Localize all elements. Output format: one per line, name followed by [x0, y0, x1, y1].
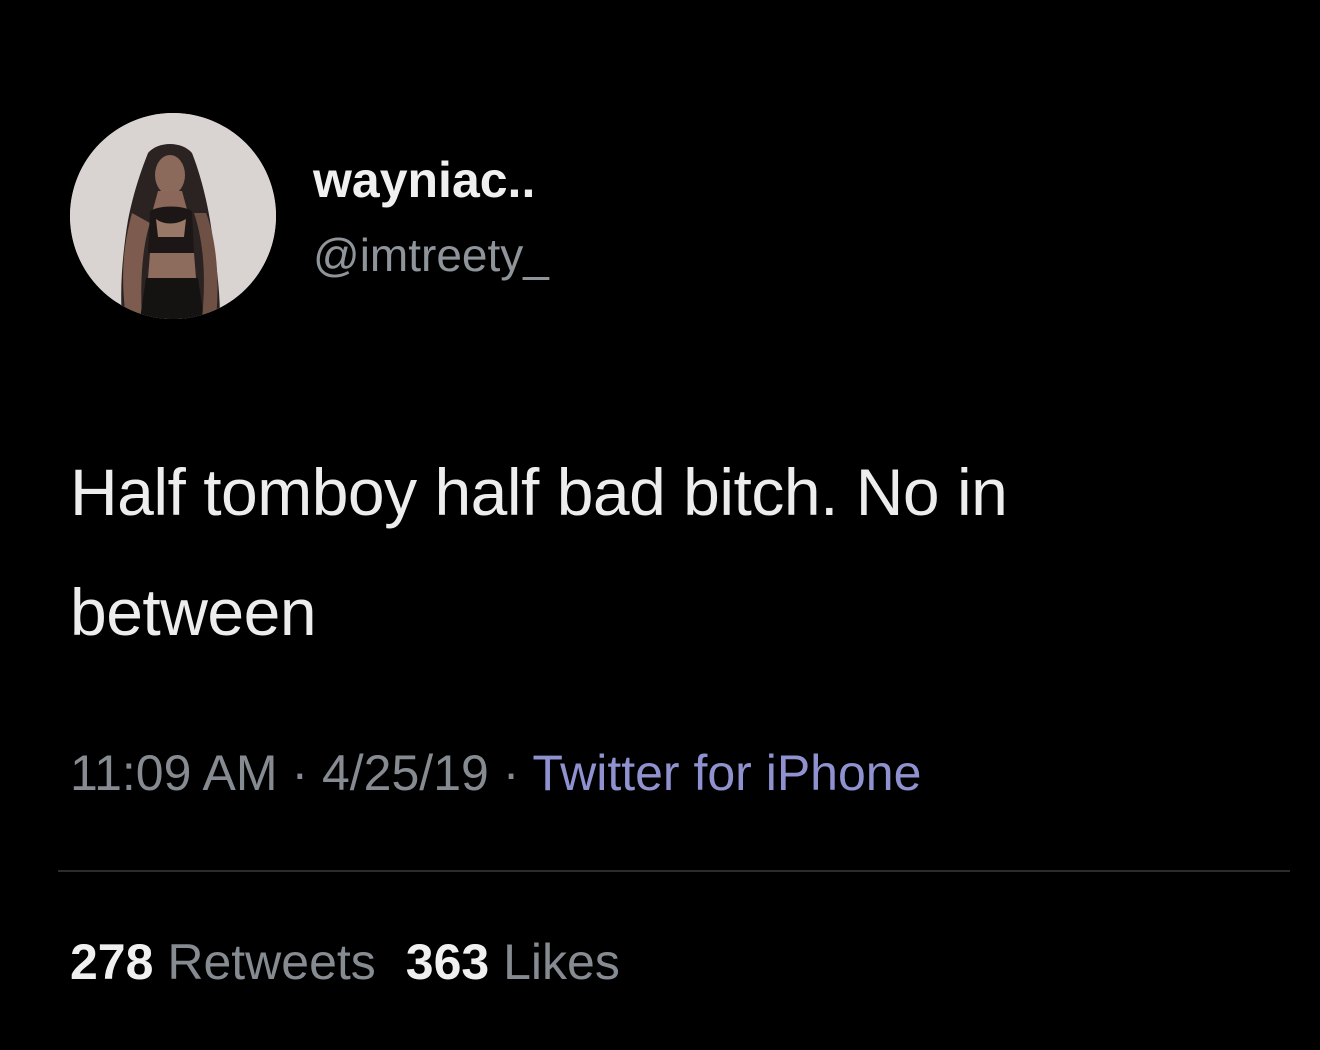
retweets-label: Retweets	[167, 934, 376, 990]
retweets-count: 278	[70, 934, 154, 990]
meta-separator: ·	[488, 745, 533, 801]
tweet-source-link[interactable]: Twitter for iPhone	[532, 745, 921, 801]
divider	[58, 870, 1290, 872]
tweet-time[interactable]: 11:09 AM	[70, 745, 278, 801]
tweet-date[interactable]: 4/25/19	[322, 745, 489, 801]
meta-separator: ·	[277, 745, 322, 801]
display-name[interactable]: wayniac..	[313, 150, 535, 210]
tweet-metadata: 11:09 AM · 4/25/19 · Twitter for iPhone	[70, 743, 921, 803]
profile-photo-icon	[70, 113, 276, 319]
likes-label: Likes	[503, 934, 620, 990]
retweets-stat[interactable]: 278 Retweets	[70, 934, 376, 990]
user-handle[interactable]: @imtreety_	[313, 227, 549, 283]
tweet-card: wayniac.. @imtreety_ Half tomboy half ba…	[0, 0, 1320, 1050]
engagement-stats: 278 Retweets 363 Likes	[70, 932, 620, 992]
likes-stat[interactable]: 363 Likes	[406, 934, 620, 990]
likes-count: 363	[405, 934, 490, 990]
avatar[interactable]	[70, 113, 276, 319]
tweet-text: Half tomboy half bad bitch. No in betwee…	[70, 455, 1008, 649]
